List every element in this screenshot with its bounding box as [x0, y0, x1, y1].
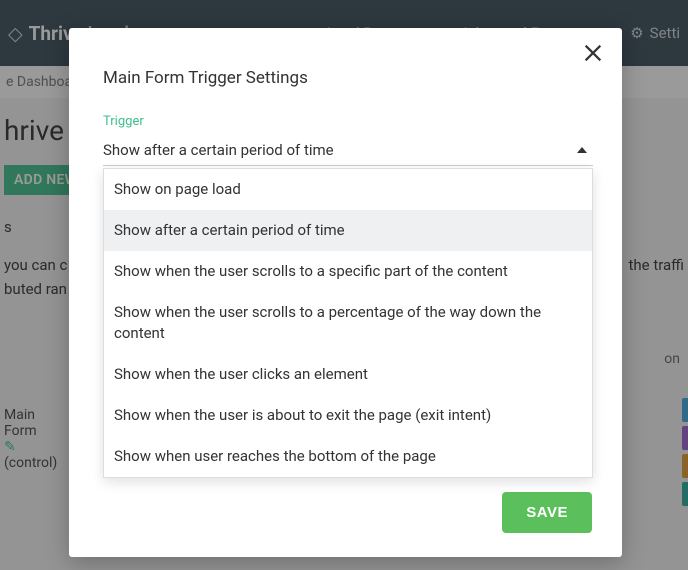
save-button[interactable]: SAVE [502, 492, 592, 533]
option-page-load[interactable]: Show on page load [104, 169, 592, 210]
option-scroll-percentage[interactable]: Show when the user scrolls to a percenta… [104, 292, 592, 354]
close-icon [582, 42, 604, 64]
caret-up-icon [577, 147, 587, 153]
option-clicks-element[interactable]: Show when the user clicks an element [104, 354, 592, 395]
trigger-select[interactable]: Show after a certain period of time Show… [103, 134, 593, 166]
modal-body: Main Form Trigger Settings Trigger Show … [69, 28, 622, 476]
close-button[interactable] [582, 42, 604, 68]
selected-value: Show after a certain period of time [103, 141, 334, 159]
option-scroll-part[interactable]: Show when the user scrolls to a specific… [104, 251, 592, 292]
option-reach-bottom[interactable]: Show when user reaches the bottom of the… [104, 436, 592, 477]
select-display[interactable]: Show after a certain period of time [103, 134, 593, 166]
trigger-field-label: Trigger [103, 114, 588, 129]
option-period-of-time[interactable]: Show after a certain period of time [104, 210, 592, 251]
modal-footer: SAVE [69, 476, 622, 557]
trigger-settings-modal: Main Form Trigger Settings Trigger Show … [69, 28, 622, 557]
modal-title: Main Form Trigger Settings [103, 68, 588, 88]
option-exit-intent[interactable]: Show when the user is about to exit the … [104, 395, 592, 436]
trigger-dropdown: Show on page load Show after a certain p… [103, 168, 593, 478]
